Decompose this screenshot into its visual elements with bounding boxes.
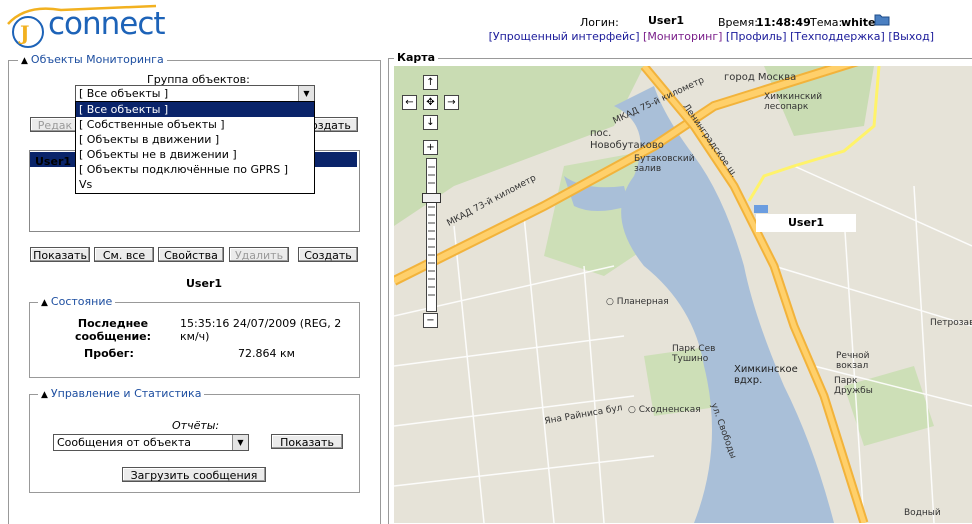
theme-value: white <box>841 16 876 29</box>
report-select[interactable]: Сообщения от объекта ▼ <box>53 434 249 451</box>
svg-text:J: J <box>18 21 29 45</box>
properties-button[interactable]: Свойства <box>158 247 224 262</box>
header-links: [Упрощенный интерфейс] [Мониторинг] [Про… <box>489 30 934 43</box>
map-label: ○ Планерная <box>606 297 669 307</box>
link-profile[interactable]: [Профиль] <box>726 30 787 43</box>
zoom-in-icon[interactable]: + <box>423 140 438 155</box>
zoom-slider-track[interactable] <box>426 158 437 312</box>
map-tiles <box>394 66 972 523</box>
map-label: город Москва <box>724 72 797 83</box>
dropdown-option[interactable]: [ Объекты подключённые по GPRS ] <box>76 162 314 177</box>
link-logout[interactable]: [Выход] <box>888 30 934 43</box>
control-legend[interactable]: ▲ Управление и Статистика <box>38 387 205 400</box>
dropdown-option[interactable]: [ Объекты не в движении ] <box>76 147 314 162</box>
mileage-label: Пробег: <box>84 347 134 360</box>
list-item[interactable]: User1 <box>35 155 71 168</box>
create-top-button[interactable]: оздать <box>308 117 358 132</box>
load-messages-button[interactable]: Загрузить сообщения <box>122 467 266 482</box>
link-support[interactable]: [Техподдержка] <box>790 30 885 43</box>
dropdown-option[interactable]: [ Все объекты ] <box>76 102 314 117</box>
mileage-value: 72.864 км <box>238 347 295 360</box>
edit-button[interactable]: Редак <box>30 117 80 132</box>
create-button[interactable]: Создать <box>298 247 358 262</box>
pan-left-icon[interactable]: ← <box>402 95 417 110</box>
objects-legend[interactable]: ▲ Объекты Мониторинга <box>18 53 167 66</box>
selected-object-title: User1 <box>186 277 223 290</box>
map-legend: Карта <box>394 51 439 64</box>
group-dropdown[interactable]: [ Все объекты ] [ Собственные объекты ] … <box>75 101 315 194</box>
zoom-out-icon[interactable]: − <box>423 313 438 328</box>
chevron-down-icon: ▼ <box>298 86 314 101</box>
last-message-label: Последнее сообщение: <box>74 317 152 343</box>
time-value: 11:48:49 <box>756 16 811 29</box>
dropdown-option[interactable]: Vs <box>76 177 314 192</box>
status-legend[interactable]: ▲ Состояние <box>38 295 116 308</box>
reports-label: Отчёты: <box>172 419 220 432</box>
pan-down-icon[interactable]: ↓ <box>423 115 438 130</box>
pan-center-icon[interactable]: ✥ <box>423 95 438 110</box>
map-label: Речной вокзал <box>836 351 870 371</box>
pan-right-icon[interactable]: → <box>444 95 459 110</box>
map-label: Химкинское вдхр. <box>734 364 798 386</box>
collapse-icon: ▲ <box>21 56 28 66</box>
map-label: Химкинский лесопарк <box>764 92 823 112</box>
folder-icon[interactable] <box>874 12 890 29</box>
map-label: Бутаковский залив <box>634 154 695 174</box>
theme-label: Тема: <box>810 16 843 29</box>
zoom-slider-handle[interactable] <box>422 193 441 203</box>
dropdown-option[interactable]: [ Собственные объекты ] <box>76 117 314 132</box>
map-label: пос. Новобутаково <box>590 128 664 151</box>
last-message-value: 15:35:16 24/07/2009 (REG, 2 км/ч) <box>180 317 342 343</box>
chevron-down-icon: ▼ <box>232 435 248 450</box>
marker-label: User1 <box>756 214 856 232</box>
link-simple-ui[interactable]: [Упрощенный интерфейс] <box>489 30 640 43</box>
map-canvas[interactable]: город Москва МКАД 75-й километр МКАД 73-… <box>394 66 972 523</box>
delete-button[interactable]: Удалить <box>229 247 289 262</box>
pan-up-icon[interactable]: ↑ <box>423 75 438 90</box>
map-label: Парк Сев Тушино <box>672 344 716 364</box>
map-label: ○ Сходненская <box>628 405 701 415</box>
show-button[interactable]: Показать <box>30 247 90 262</box>
map-label: Парк Дружбы <box>834 376 873 396</box>
login-value: User1 <box>648 14 685 27</box>
map-label: Петрозаводск <box>930 318 972 328</box>
map-label: Водный <box>904 508 941 518</box>
login-label: Логин: <box>580 16 619 29</box>
collapse-icon: ▲ <box>41 298 48 308</box>
time-label: Время: <box>718 16 758 29</box>
dropdown-option[interactable]: [ Объекты в движении ] <box>76 132 314 147</box>
logo-text: connect <box>48 6 166 42</box>
collapse-icon: ▲ <box>41 390 48 400</box>
group-select[interactable]: [ Все объекты ] ▼ <box>75 85 315 102</box>
show-all-button[interactable]: См. все <box>94 247 154 262</box>
link-monitoring[interactable]: [Мониторинг] <box>643 30 722 43</box>
report-show-button[interactable]: Показать <box>271 434 343 449</box>
